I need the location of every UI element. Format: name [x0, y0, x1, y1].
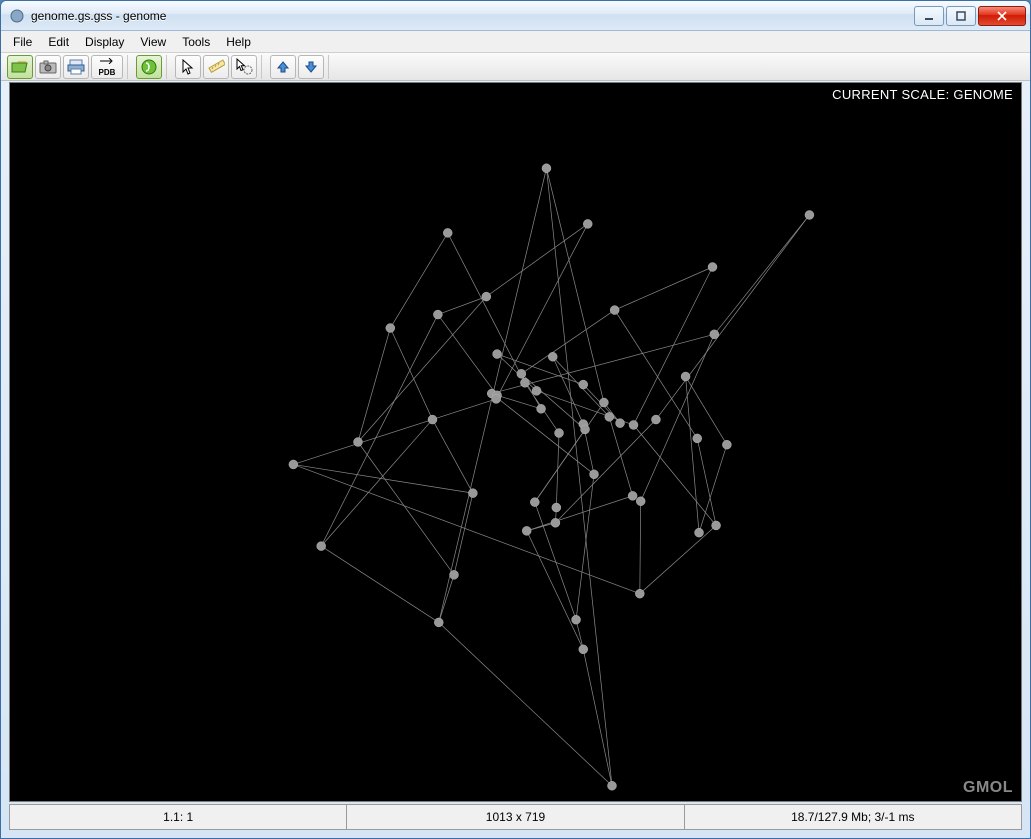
toolbar-separator — [166, 55, 171, 79]
pdb-button[interactable]: PDB — [91, 55, 123, 79]
up-button[interactable] — [270, 55, 296, 79]
down-button[interactable] — [298, 55, 324, 79]
toolbar-separator — [328, 55, 333, 79]
arrow-right-icon — [100, 58, 114, 64]
pointer-icon — [181, 59, 195, 75]
open-button[interactable] — [7, 55, 33, 79]
titlebar[interactable]: genome.gs.gss - genome — [1, 1, 1030, 31]
menu-tools[interactable]: Tools — [174, 33, 218, 51]
brand-label: GMOL — [963, 779, 1013, 797]
menubar: File Edit Display View Tools Help — [1, 31, 1030, 53]
print-icon — [67, 59, 85, 75]
folder-open-icon — [11, 59, 29, 75]
pointer-button[interactable] — [175, 55, 201, 79]
toolbar-separator — [261, 55, 266, 79]
arrow-up-icon — [276, 60, 290, 74]
camera-icon — [39, 60, 57, 74]
print-button[interactable] — [63, 55, 89, 79]
window-title: genome.gs.gss - genome — [31, 9, 914, 23]
toolbar-separator — [127, 55, 132, 79]
menu-help[interactable]: Help — [218, 33, 259, 51]
scale-label: CURRENT SCALE: GENOME — [832, 87, 1013, 102]
arrow-down-icon — [304, 60, 318, 74]
close-button[interactable] — [978, 6, 1026, 26]
statusbar: 1.1: 1 1013 x 719 18.7/127.9 Mb; 3/-1 ms — [9, 804, 1022, 830]
ruler-icon — [207, 58, 225, 76]
minimize-button[interactable] — [914, 6, 944, 26]
lasso-button[interactable] — [231, 55, 257, 79]
ruler-button[interactable] — [203, 55, 229, 79]
menu-file[interactable]: File — [5, 33, 40, 51]
menu-view[interactable]: View — [132, 33, 174, 51]
window-controls — [914, 6, 1026, 26]
paint-icon — [140, 58, 158, 76]
menu-edit[interactable]: Edit — [40, 33, 77, 51]
status-center: 1013 x 719 — [347, 804, 684, 830]
app-window: genome.gs.gss - genome File Edit Display… — [0, 0, 1031, 839]
pdb-label: PDB — [99, 68, 116, 77]
camera-button[interactable] — [35, 55, 61, 79]
toolbar: PDB — [1, 53, 1030, 81]
lasso-pointer-icon — [235, 58, 253, 76]
menu-display[interactable]: Display — [77, 33, 132, 51]
maximize-button[interactable] — [946, 6, 976, 26]
status-right: 18.7/127.9 Mb; 3/-1 ms — [685, 804, 1022, 830]
viewer-canvas[interactable]: CURRENT SCALE: GENOME GMOL — [9, 82, 1022, 802]
status-left: 1.1: 1 — [9, 804, 347, 830]
paint-button[interactable] — [136, 55, 162, 79]
app-icon — [9, 8, 25, 24]
genome-graph — [10, 83, 1021, 801]
